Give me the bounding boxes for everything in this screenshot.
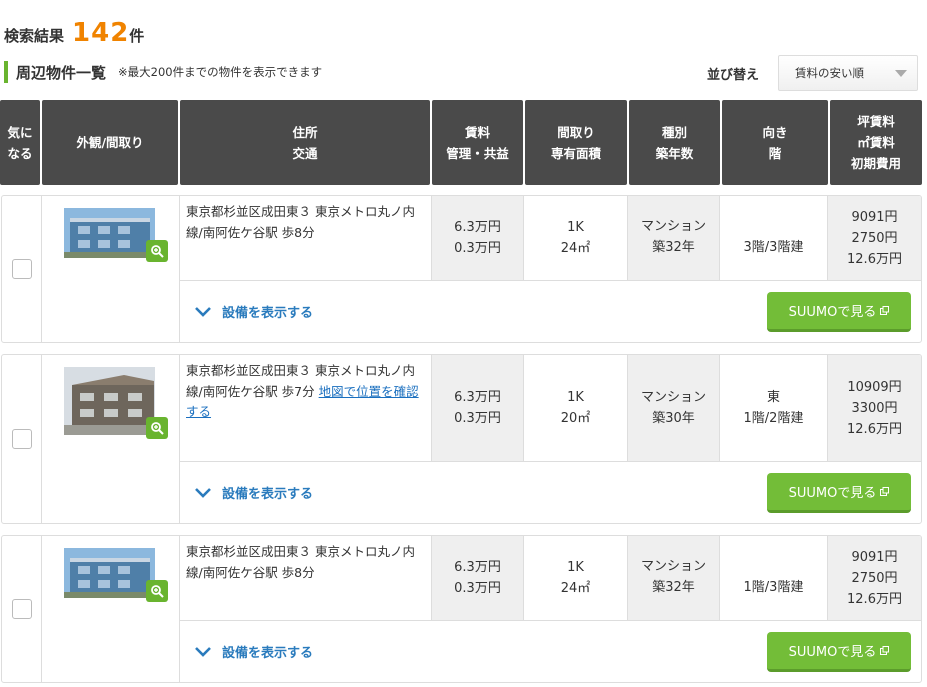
suumo-button[interactable]: SUUMOで見る [767, 472, 911, 513]
cost-cell: 9091円 2750円 12.6万円 [828, 196, 921, 280]
zoom-icon[interactable] [146, 417, 168, 439]
section-title: 周辺物件一覧 [16, 63, 107, 82]
address-cell: 東京都杉並区成田東３ 東京メトロ丸ノ内線/南阿佐ケ谷駅 歩8分 [180, 196, 432, 280]
favorite-checkbox[interactable] [11, 429, 32, 449]
sort-select[interactable]: 賃料の安い順 [778, 55, 918, 91]
section-accent-bar [4, 61, 8, 83]
listing-card: 東京都杉並区成田東３ 東京メトロ丸ノ内線/南阿佐ケ谷駅 歩7分 地図で位置を確認… [1, 354, 922, 524]
direction-cell: 東 1階/2階建 [720, 355, 828, 461]
type-cell: マンション 築32年 [628, 536, 720, 620]
zoom-icon[interactable] [146, 240, 168, 262]
chevron-down-icon [195, 646, 211, 657]
search-result-count: 検索結果 142 件 [4, 18, 144, 48]
col-header-layout: 間取り 専有面積 [525, 100, 627, 185]
cost-cell: 9091円 2750円 12.6万円 [828, 536, 921, 620]
result-count: 142 [72, 18, 130, 48]
col-header-cost: 坪賃料 ㎡賃料 初期費用 [830, 100, 922, 185]
type-cell: マンション 築30年 [628, 355, 720, 461]
col-header-direction: 向き階 [722, 100, 828, 185]
sort-selected-value: 賃料の安い順 [795, 66, 864, 80]
rent-cell: 6.3万円 0.3万円 [432, 536, 524, 620]
rent-cell: 6.3万円 0.3万円 [432, 196, 524, 280]
section-note: ※最大200件までの物件を表示できます [118, 65, 323, 79]
sort-label: 並び替え [707, 68, 760, 83]
property-photo[interactable] [64, 548, 155, 598]
rent-cell: 6.3万円 0.3万円 [432, 355, 524, 461]
zoom-icon[interactable] [146, 580, 168, 602]
layout-cell: 1K 24㎡ [524, 196, 628, 280]
favorite-checkbox[interactable] [11, 259, 32, 279]
col-header-address: 住所 交通 [180, 100, 430, 185]
external-link-icon [880, 305, 890, 315]
col-header-rent: 賃料 管理・共益 [432, 100, 523, 185]
address-text: 東京都杉並区成田東３ [186, 204, 312, 219]
external-link-icon [880, 486, 890, 496]
type-cell: マンション 築32年 [628, 196, 720, 280]
cost-cell: 10909円 3300円 12.6万円 [828, 355, 921, 461]
address-text: 東京都杉並区成田東３ [186, 363, 312, 378]
external-link-icon [880, 645, 890, 655]
chevron-down-icon [195, 487, 211, 498]
favorite-checkbox[interactable] [11, 599, 32, 619]
address-text: 東京都杉並区成田東３ [186, 544, 312, 559]
listing-card: 東京都杉並区成田東３ 東京メトロ丸ノ内線/南阿佐ケ谷駅 歩8分 6.3万円 0.3… [1, 195, 922, 343]
suumo-button[interactable]: SUUMOで見る [767, 631, 911, 672]
address-cell: 東京都杉並区成田東３ 東京メトロ丸ノ内線/南阿佐ケ谷駅 歩8分 [180, 536, 432, 620]
show-equipment-link[interactable]: 設備を表示する [194, 302, 313, 321]
listing-card: 東京都杉並区成田東３ 東京メトロ丸ノ内線/南阿佐ケ谷駅 歩8分 6.3万円 0.3… [1, 535, 922, 683]
layout-cell: 1K 20㎡ [524, 355, 628, 461]
chevron-down-icon [195, 306, 211, 317]
show-equipment-link[interactable]: 設備を表示する [194, 642, 313, 661]
section-header: 周辺物件一覧 ※最大200件までの物件を表示できます [4, 61, 322, 83]
col-header-type: 種別 築年数 [629, 100, 720, 185]
suumo-button[interactable]: SUUMOで見る [767, 291, 911, 332]
property-photo[interactable] [64, 208, 155, 258]
address-cell: 東京都杉並区成田東３ 東京メトロ丸ノ内線/南阿佐ケ谷駅 歩7分 地図で位置を確認… [180, 355, 432, 461]
show-equipment-link[interactable]: 設備を表示する [194, 483, 313, 502]
layout-cell: 1K 24㎡ [524, 536, 628, 620]
result-unit: 件 [129, 27, 145, 45]
property-photo[interactable] [64, 367, 155, 435]
chevron-down-icon [895, 70, 907, 77]
direction-cell: 1階/3階建 [720, 536, 828, 620]
col-header-photo: 外観/間取り [42, 100, 178, 185]
result-label: 検索結果 [4, 27, 65, 45]
table-header: 気に なる 外観/間取り 住所 交通 賃料 管理・共益 間取り 専有面積 種別 築年数 向… [0, 100, 922, 185]
col-header-favorite: 気に なる [0, 100, 40, 185]
direction-cell: 3階/3階建 [720, 196, 828, 280]
